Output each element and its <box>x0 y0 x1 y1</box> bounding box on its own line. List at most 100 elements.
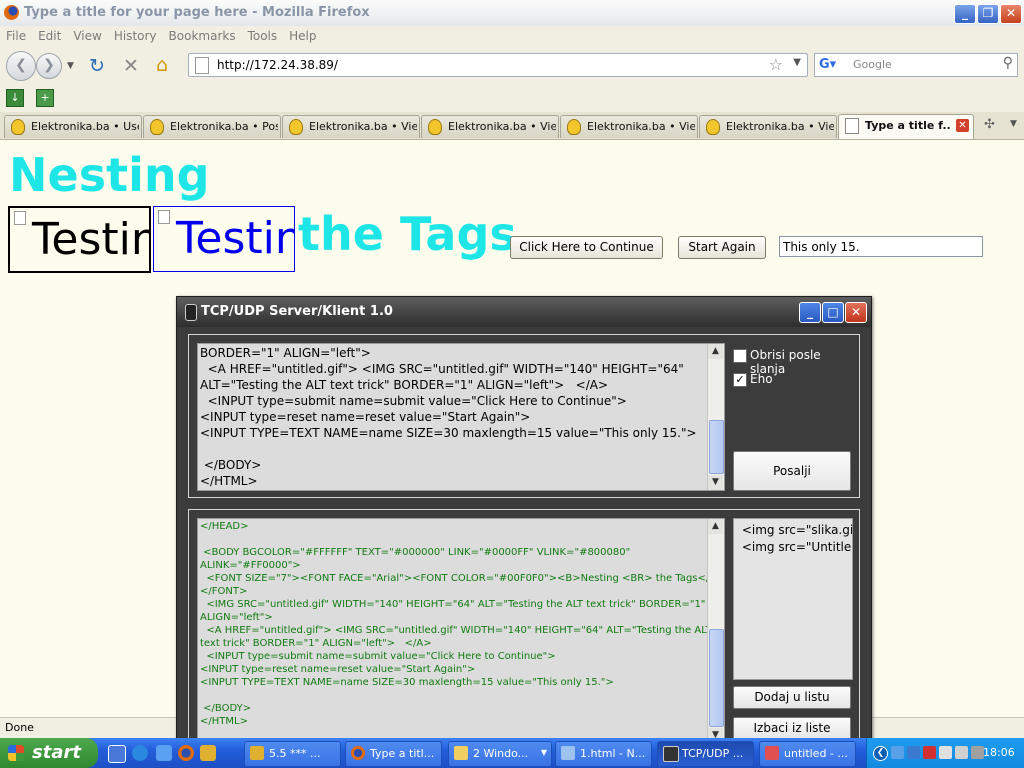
bookmark-star-icon[interactable]: ☆ <box>769 55 783 74</box>
echo-label: Eho <box>750 372 773 386</box>
group-dropdown-icon[interactable]: ▼ <box>541 748 547 757</box>
disconnected-icon[interactable] <box>955 746 968 759</box>
send-scrollbar[interactable]: ▲ ▼ <box>707 344 724 490</box>
taskbar-item[interactable]: 5.5 *** ... <box>244 741 341 767</box>
tab[interactable]: Elektronika.ba • Vie... <box>560 115 698 138</box>
reload-icon[interactable]: ↻ <box>89 55 105 77</box>
tab[interactable]: Elektronika.ba • Vie... <box>699 115 837 138</box>
maximize-button[interactable]: □ <box>822 302 844 323</box>
tab[interactable]: Elektronika.ba • Vie... <box>421 115 559 138</box>
receive-scrollbar[interactable]: ▲ ▼ <box>707 519 724 743</box>
continue-button[interactable]: Click Here to Continue <box>510 236 663 259</box>
menu-edit[interactable]: Edit <box>32 26 67 43</box>
firefox-quicklaunch-icon[interactable] <box>178 745 194 761</box>
media-icon[interactable] <box>156 745 172 761</box>
send-textarea[interactable]: BORDER="1" ALIGN="left"> <A HREF="untitl… <box>197 343 725 491</box>
echo-checkbox[interactable]: ✓ <box>733 373 747 387</box>
scroll-down-icon[interactable]: ▼ <box>708 475 723 490</box>
tab-active[interactable]: Type a title f... ✕ <box>838 114 974 139</box>
broken-image: Testing the ALT text trick <box>8 206 151 273</box>
send-text-line: <A HREF="untitled.gif"> <IMG SRC="untitl… <box>200 362 684 376</box>
task-label: Type a titl... <box>370 747 435 760</box>
url-dropdown-icon[interactable]: ▼ <box>793 57 801 68</box>
broken-image-icon <box>158 210 170 224</box>
tab-strip: Elektronika.ba • Use... Elektronika.ba •… <box>0 112 1024 140</box>
forward-icon[interactable]: ❯ <box>36 53 62 79</box>
scroll-thumb[interactable] <box>709 420 724 474</box>
pen-icon[interactable] <box>939 746 952 759</box>
task-label: TCP/UDP ... <box>682 747 744 760</box>
close-button[interactable]: ✕ <box>1000 4 1022 24</box>
home-icon[interactable]: ⌂ <box>156 54 168 76</box>
receive-text-line: </BODY> <box>200 703 252 714</box>
minimize-button[interactable]: _ <box>954 4 976 24</box>
broken-image-icon <box>14 211 26 225</box>
restore-button[interactable]: ❐ <box>977 4 999 24</box>
send-text-line: <INPUT type=reset name=reset value="Star… <box>200 410 531 424</box>
addon-plus-icon[interactable]: + <box>36 89 54 107</box>
scroll-thumb[interactable] <box>709 629 724 727</box>
close-tab-icon[interactable]: ✕ <box>956 119 969 132</box>
menu-tools[interactable]: Tools <box>242 26 284 43</box>
send-button[interactable]: Posalji <box>733 451 851 491</box>
taskbar-item[interactable]: 2 Windo... ▼ <box>448 741 552 767</box>
image-alt-text: Testing the ALT text trick <box>32 214 149 265</box>
menu-bar: File Edit View History Bookmarks Tools Help <box>0 26 1024 46</box>
send-text-line: ALT="Testing the ALT text trick" BORDER=… <box>200 378 608 392</box>
tray-app-icon[interactable] <box>923 746 936 759</box>
taskbar-item[interactable]: 1.html - N... <box>555 741 652 767</box>
send-text-line: <INPUT type=submit name=submit value="Cl… <box>200 394 627 408</box>
send-text-line: </HTML> <box>200 474 258 488</box>
send-text-line: BORDER="1" ALIGN="left"> <box>200 346 371 360</box>
linked-broken-image[interactable]: Testing the ALT text trick <box>153 206 295 272</box>
ie-icon[interactable] <box>132 745 148 761</box>
list-all-tabs-icon[interactable]: ▼ <box>1010 119 1017 129</box>
scroll-up-icon[interactable]: ▲ <box>708 519 723 534</box>
taskbar-item[interactable]: untitled - ... <box>759 741 856 767</box>
tray-expand-icon[interactable]: ❮ <box>873 746 888 761</box>
new-tab-icon[interactable]: ✣ <box>984 117 995 132</box>
add-to-list-button[interactable]: Dodaj u listu <box>733 686 851 709</box>
menu-file[interactable]: File <box>0 26 32 43</box>
google-icon[interactable]: G▾ <box>819 57 836 72</box>
saved-list[interactable]: <img src="slika.gif" <img src="Untitled. <box>733 518 853 680</box>
taskbar-item-active[interactable]: TCP/UDP ... <box>657 741 754 767</box>
bulb-icon <box>706 119 720 135</box>
tab[interactable]: Elektronika.ba • Vie... <box>282 115 420 138</box>
firefox-title-bar[interactable]: Type a title for your page here - Mozill… <box>0 0 1024 27</box>
menu-bookmarks[interactable]: Bookmarks <box>163 26 242 43</box>
show-desktop-icon[interactable] <box>108 745 126 763</box>
back-icon[interactable]: ❮ <box>6 51 36 81</box>
task-label: 1.html - N... <box>580 747 646 760</box>
name-text-field[interactable]: This only 15. <box>779 236 983 257</box>
navigation-toolbar: ❮ ❯ ▼ ↻ ✕ ⌂ http://172.24.38.89/ ☆ ▼ G▾ … <box>0 46 1024 85</box>
taskbar-item[interactable]: Type a titl... <box>345 741 442 767</box>
menu-help[interactable]: Help <box>283 26 322 43</box>
receive-textarea[interactable]: </HEAD> <BODY BGCOLOR="#FFFFFF" TEXT="#0… <box>197 518 725 744</box>
network-icon[interactable] <box>891 746 904 759</box>
tab-label: Elektronika.ba • Vie... <box>448 120 556 133</box>
start-button[interactable]: start <box>0 738 98 768</box>
clear-after-send-checkbox[interactable] <box>733 349 747 363</box>
remove-from-list-button[interactable]: Izbaci iz liste <box>733 717 851 740</box>
start-again-button[interactable]: Start Again <box>678 236 766 259</box>
send-text-line: </BODY> <box>200 458 262 472</box>
close-button[interactable]: ✕ <box>845 302 867 323</box>
search-icon[interactable]: ⚲ <box>1003 55 1013 71</box>
quicklaunch-tool-icon[interactable] <box>200 745 216 761</box>
network-icon-2[interactable] <box>907 746 920 759</box>
scroll-up-icon[interactable]: ▲ <box>708 344 723 359</box>
stop-icon[interactable]: ✕ <box>123 55 139 77</box>
bulb-icon <box>428 119 442 135</box>
minimize-button[interactable]: _ <box>799 302 821 323</box>
receive-text-line: <INPUT type=submit name=submit value="Cl… <box>200 651 556 662</box>
tab[interactable]: Elektronika.ba • Pos... <box>143 115 281 138</box>
search-box[interactable]: G▾ Google ⚲ <box>814 53 1018 77</box>
url-bar[interactable]: http://172.24.38.89/ ☆ ▼ <box>188 53 808 77</box>
menu-view[interactable]: View <box>67 26 107 43</box>
tab[interactable]: Elektronika.ba • Use... <box>4 115 142 138</box>
download-addon-icon[interactable]: ↓ <box>6 89 24 107</box>
menu-history[interactable]: History <box>108 26 163 43</box>
tcp-title-bar[interactable]: TCP/UDP Server/Klient 1.0 _ □ ✕ <box>177 297 871 327</box>
history-dropdown-icon[interactable]: ▼ <box>67 61 74 71</box>
